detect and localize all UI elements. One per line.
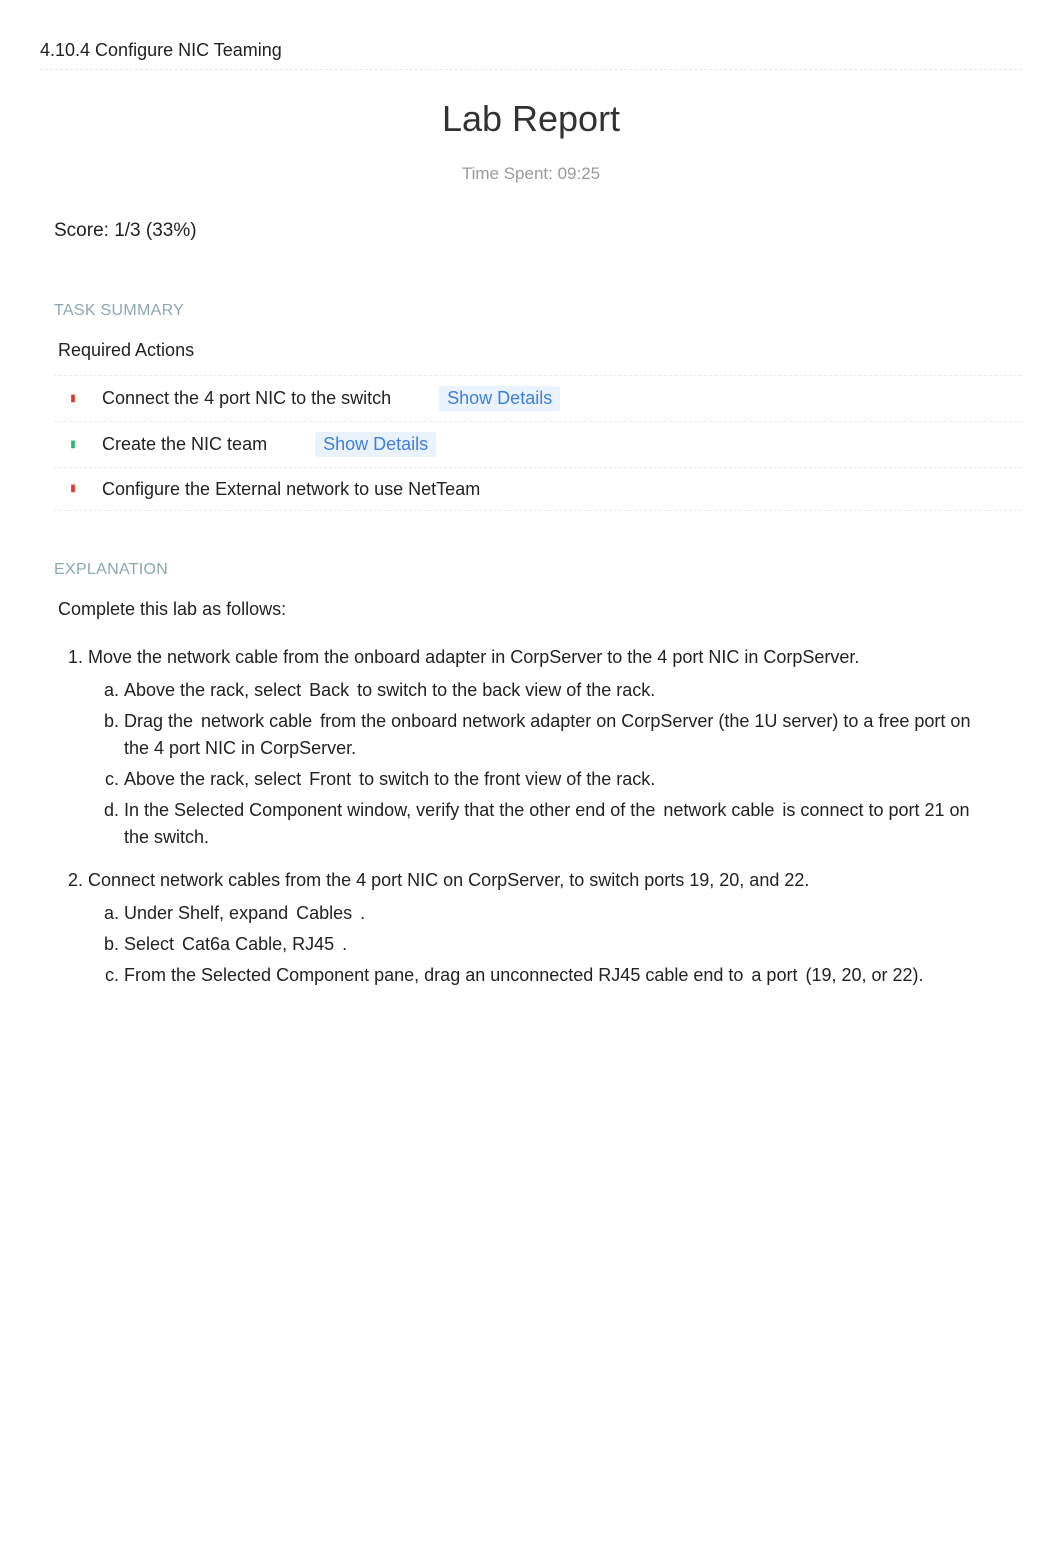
substep: In the Selected Component window, verify… [124, 797, 990, 851]
substep: Above the rack, select Back to switch to… [124, 677, 990, 704]
explanation-intro: Complete this lab as follows: [58, 599, 1022, 620]
explanation-heading: EXPLANATION [54, 561, 1022, 579]
text: In the Selected Component window, verify… [124, 800, 660, 820]
text: Above the rack, select [124, 1029, 306, 1049]
keyword: Local Server [361, 1225, 468, 1245]
substep: Above the rack, select Front to switch t… [124, 766, 990, 793]
text: Repeat steps 2b-2c for two more cables. [124, 998, 447, 1018]
text: to be included in the team. [508, 1349, 719, 1369]
substep: On the CorpServer monitor, select Click … [124, 1191, 990, 1218]
pass-icon: ▮ [68, 434, 78, 456]
substep: Select Cat6a Cable, RJ45 . [124, 931, 990, 958]
fail-icon: ▮ [68, 388, 78, 410]
text: > [395, 1287, 411, 1307]
keyword: Tasks [338, 1287, 390, 1307]
text: From the Selected Component pane, drag a… [124, 965, 748, 985]
substep: Under Partial Connections: Drag a cable … [124, 1057, 990, 1142]
text: . [693, 1194, 698, 1214]
substep: From Server Manager, select Local Server… [124, 1222, 990, 1249]
substep: In the Teams panel, select Tasks > New T… [124, 1284, 990, 1311]
show-details-link[interactable]: Show Details [439, 386, 560, 411]
step: Connect network cables from the 4 port N… [88, 867, 990, 1142]
text: . [342, 934, 347, 954]
text: . [357, 1029, 362, 1049]
text: From Server Manager, select [124, 1225, 361, 1245]
bullet: Drag a cable to an open port on the 4-po… [172, 1088, 990, 1115]
keyword: Disabled [352, 1256, 428, 1276]
keyword: a port [748, 965, 800, 985]
text: Select adapters [124, 1349, 254, 1369]
substep: Type NetTeam as the Team name field. [124, 1315, 990, 1342]
keyword: New Team [410, 1287, 501, 1307]
text: to enable and configure NIC Teaming. [433, 1256, 735, 1276]
page-title: Lab Report [40, 98, 1022, 140]
substep: From the Selected Component pane, drag a… [124, 962, 990, 989]
substep: Next to NIC Teaming, select Disabled to … [124, 1253, 990, 1280]
task-row: ▮ Create the NIC team Show Details [54, 422, 1022, 468]
keyword: Front [306, 769, 354, 789]
substep: Repeat steps 2b-2c for two more cables. [124, 995, 990, 1022]
hidden-continuation: Repeat steps 2b-2c for two more cables. … [88, 995, 990, 1142]
substep: Under Shelf, expand Cables . [124, 900, 990, 927]
text: Above the rack, select [124, 680, 306, 700]
step-title: Connect network cables from the 4 port N… [88, 870, 809, 890]
keyword: Click to view Windows Server 2019 [401, 1194, 688, 1214]
task-text: Configure the External network to use Ne… [102, 479, 480, 500]
text: Drag a [172, 1091, 231, 1111]
task-text: Create the NIC team [102, 434, 267, 455]
step-title: Configure the adapter ports as members o… [88, 1161, 532, 1181]
bullet: Repeat the previous step until there are… [172, 1115, 990, 1142]
time-spent: Time Spent: 09:25 [40, 164, 1022, 184]
show-details-link[interactable]: Show Details [315, 432, 436, 457]
text: through [348, 1349, 414, 1369]
keyword: Back [306, 680, 352, 700]
text: Next to NIC Teaming, select [124, 1256, 352, 1276]
keyword: NetTeam [168, 1318, 246, 1338]
keyword: Back [306, 1029, 352, 1049]
text: In the Teams panel, select [124, 1287, 338, 1307]
doc-section-title: 4.10.4 Configure NIC Teaming [40, 40, 1022, 61]
text: to switch to the back view of the rack. [357, 680, 655, 700]
text: On the CorpServer monitor, select [124, 1194, 401, 1214]
task-text: Connect the 4 port NIC to the switch [102, 388, 391, 409]
text: as the Team name field. [251, 1318, 442, 1338]
keyword: Ethernet 6 [414, 1349, 503, 1369]
task-row: ▮ Configure the External network to use … [54, 468, 1022, 511]
text: Type [124, 1318, 168, 1338]
keyword: Cables [293, 903, 355, 923]
task-summary-heading: TASK SUMMARY [54, 302, 1022, 320]
task-row: ▮ Connect the 4 port NIC to the switch S… [54, 375, 1022, 422]
step: Move the network cable from the onboard … [88, 644, 990, 851]
substep: Drag the network cable from the onboard … [124, 708, 990, 762]
text: Select [124, 934, 179, 954]
task-list: ▮ Connect the 4 port NIC to the switch S… [54, 375, 1022, 511]
text: Above the rack, select [124, 769, 306, 789]
substep: Above the rack, select Back . [124, 1026, 990, 1053]
fail-icon: ▮ [68, 478, 78, 500]
explanation-steps: Move the network cable from the onboard … [64, 644, 1022, 1373]
text: Under Shelf, expand [124, 903, 293, 923]
keyword: Ethernet 3 [254, 1349, 343, 1369]
text: . [506, 1287, 511, 1307]
keyword: network cable [660, 800, 777, 820]
divider [40, 69, 1022, 70]
text: Drag the [124, 711, 198, 731]
score-line: Score: 1/3 (33%) [54, 220, 1022, 242]
text: . [360, 903, 365, 923]
substep: Select adapters Ethernet 3 through Ether… [124, 1346, 990, 1373]
text: to switch to the front view of the rack. [359, 769, 655, 789]
text: Repeat the previous step until there are… [172, 1118, 800, 1138]
text: (19, 20, or 22). [805, 965, 923, 985]
text: from the menu on the left. [473, 1225, 678, 1245]
text: to an open port on the 4-port NIC in Cor… [285, 1091, 669, 1111]
step-title: Move the network cable from the onboard … [88, 647, 859, 667]
text: Under Partial Connections: [124, 1060, 339, 1080]
step-hidden: Configure the adapter ports as members o… [88, 1158, 990, 1373]
required-actions-label: Required Actions [58, 340, 1022, 361]
keyword: network cable [198, 711, 315, 731]
keyword: Cat6a Cable, RJ45 [179, 934, 337, 954]
keyword: cable [231, 1091, 280, 1111]
